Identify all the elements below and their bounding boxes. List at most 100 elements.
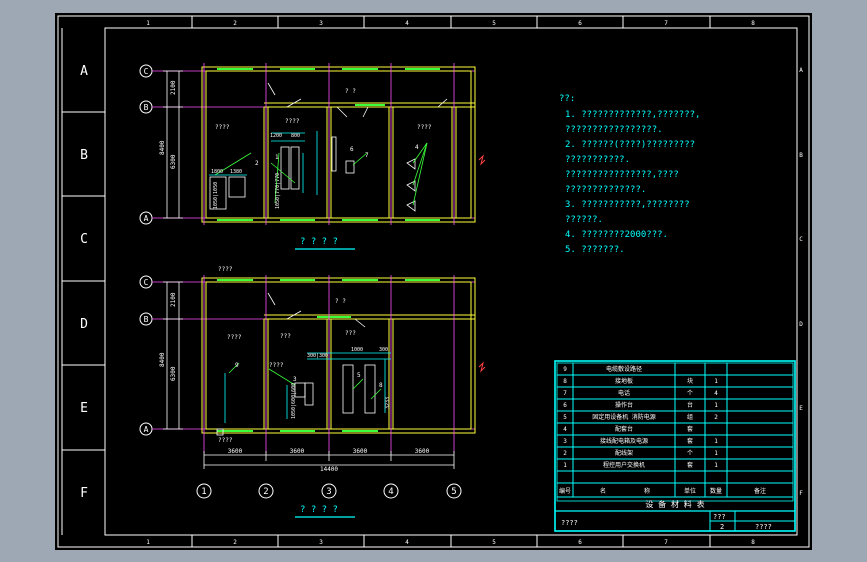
cell-name: 配线架 — [615, 449, 633, 457]
cell-num: 8 — [563, 378, 567, 385]
small-dim: 1050|770|770 — [275, 173, 281, 209]
item-number: 3 — [293, 376, 297, 383]
overall-dim: 14400 — [320, 466, 338, 473]
col-label: 7 — [664, 539, 668, 546]
row-label: B — [80, 148, 88, 163]
header-name: 名 — [600, 487, 606, 495]
cell-qty: 2 — [714, 414, 718, 421]
cell-qty: 1 — [714, 450, 718, 457]
col-label: 1 — [146, 539, 150, 546]
header-unit: 单位 — [684, 487, 696, 495]
dim-text: 2100 — [170, 292, 177, 307]
axis-label: B — [144, 315, 149, 324]
small-dim: 1200 — [270, 133, 282, 139]
cell-name: 操作台 — [615, 401, 633, 409]
col-label: 8 — [751, 20, 755, 27]
row-label-right: A — [799, 67, 803, 74]
bay-dim: 3600 — [290, 448, 305, 455]
cell-unit: 块 — [687, 377, 693, 385]
item-number: 8 — [379, 382, 383, 389]
note-line: ??????. — [565, 215, 603, 225]
room-label: ???? — [417, 124, 432, 131]
col-label: 4 — [405, 539, 409, 546]
cad-viewport[interactable]: A B C D E F A B C D E F 1 2 3 4 5 6 7 8 … — [55, 13, 812, 550]
grid-number: 1 — [201, 487, 206, 497]
title-block-code: ???? — [755, 523, 772, 531]
note-label: ???? — [218, 266, 233, 273]
bay-dim: 3600 — [415, 448, 430, 455]
room-label: ???? — [227, 334, 242, 341]
room-label: ? ? — [335, 298, 346, 305]
cell-num: 9 — [563, 366, 567, 373]
note-line: ?????????????????. — [565, 125, 663, 135]
grid-number: 3 — [326, 487, 331, 497]
room-label: ??? — [345, 330, 356, 337]
col-label: 3 — [319, 20, 323, 27]
bay-dim: 3600 — [228, 448, 243, 455]
row-label-right: E — [799, 405, 803, 412]
cell-num: 6 — [563, 402, 567, 409]
header-remark: 备注 — [754, 487, 766, 495]
dim-text: 8400 — [159, 352, 166, 367]
col-label: 3 — [319, 539, 323, 546]
cell-unit: 个 — [687, 390, 693, 397]
plan-title: ? ? ? ? — [300, 237, 338, 247]
col-label: 5 — [492, 539, 496, 546]
header-qty: 数量 — [710, 487, 722, 495]
row-label: F — [80, 486, 88, 501]
small-dim: 1800 — [211, 169, 223, 175]
small-dim: 1000 — [351, 347, 363, 353]
table-title: 设 备 材 料 表 — [645, 499, 704, 509]
small-dim: 800 — [291, 133, 300, 139]
notes-block: ??: 1. ?????????????,???????, ??????????… — [559, 94, 700, 255]
col-label: 6 — [578, 20, 582, 27]
dim-text: 2100 — [170, 80, 177, 95]
cad-drawing: A B C D E F A B C D E F 1 2 3 4 5 6 7 8 … — [57, 15, 810, 548]
dim-text: 8400 — [159, 140, 166, 155]
axis-label: A — [144, 214, 149, 223]
item-number: 9 — [235, 362, 239, 369]
small-dim: 300 — [379, 347, 388, 353]
plan-title: ? ? ? ? — [300, 505, 338, 515]
axis-label: C — [144, 67, 149, 76]
room-label: ??? — [280, 333, 291, 340]
axis-label: A — [144, 425, 149, 434]
note-line: ??????????????. — [565, 185, 646, 195]
note-line: 1. ?????????????,???????, — [565, 110, 700, 120]
cell-name: 程控用户交换机 — [603, 461, 645, 469]
plan-bottom: C B A 2100 8400 6300 ???? ???? ? ? ???? … — [139, 266, 486, 518]
col-label: 2 — [233, 539, 237, 546]
row-label: A — [80, 64, 88, 79]
cell-name: 接线配电箱及电源 — [600, 437, 648, 445]
cell-unit: 个 — [687, 450, 693, 457]
note-line: 3. ???????????,???????? — [565, 200, 690, 210]
cell-qty: 1 — [714, 378, 718, 385]
item-number: 5 — [357, 372, 361, 379]
cell-qty: 1 — [714, 438, 718, 445]
row-label: E — [80, 401, 88, 416]
item-number: 2 — [255, 160, 259, 167]
cell-qty: 4 — [714, 390, 718, 397]
title-block-name: ???? — [561, 519, 578, 527]
small-dim: 1380 — [230, 169, 242, 175]
col-label: 7 — [664, 20, 668, 27]
note-line: 4. ????????2000???. — [565, 230, 668, 240]
cell-unit: 台 — [687, 401, 693, 409]
item-number: 1 — [275, 154, 279, 161]
axis-label: C — [144, 278, 149, 287]
cell-num: 7 — [563, 390, 567, 397]
item-number: 7 — [365, 152, 369, 159]
small-dim: 3233 — [385, 397, 391, 409]
small-dim: 1050|600|600 — [291, 383, 297, 419]
cell-num: 2 — [563, 450, 567, 457]
notes-heading: ??: — [559, 94, 575, 104]
note-line: 5. ???????. — [565, 245, 625, 255]
col-label: 5 — [492, 20, 496, 27]
dim-text: 6300 — [170, 366, 177, 381]
note-line: ????????????????,???? — [565, 170, 679, 180]
small-dim: 1050|1050 — [213, 182, 219, 209]
col-label: 6 — [578, 539, 582, 546]
cell-num: 4 — [563, 426, 567, 433]
grid-number: 4 — [388, 487, 393, 497]
dim-text: 6300 — [170, 154, 177, 169]
